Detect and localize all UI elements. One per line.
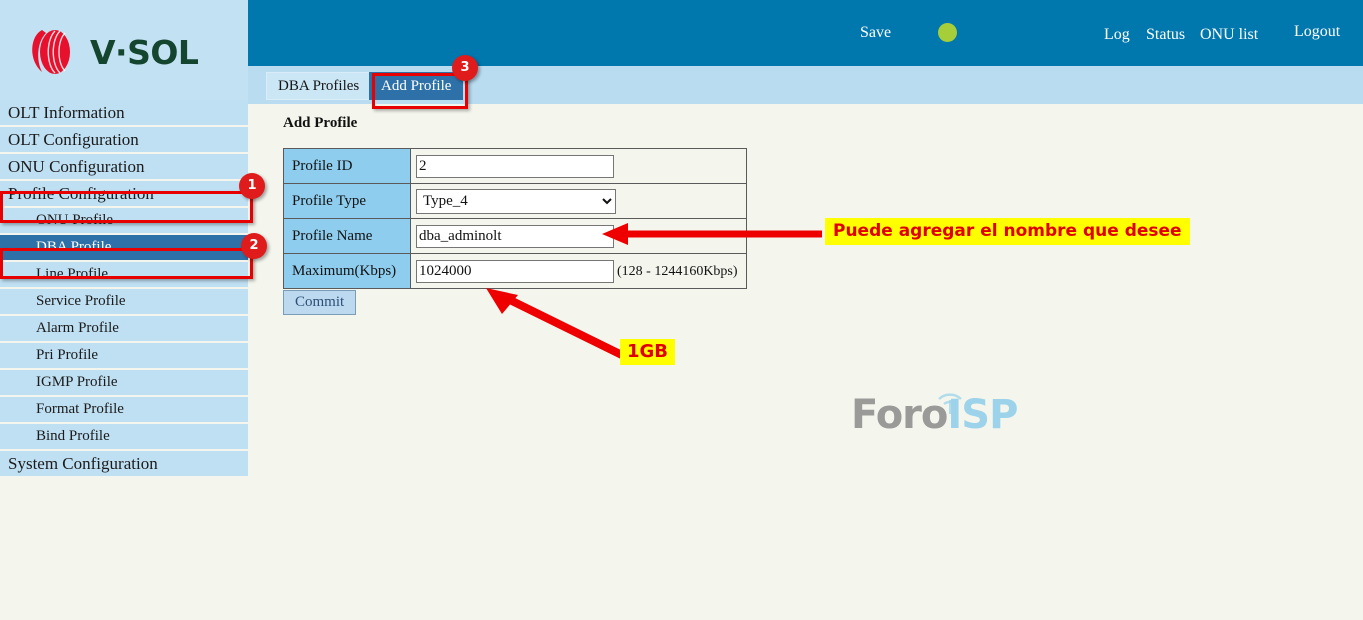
brand-name: V·SOL [90, 32, 199, 72]
label-maximum: Maximum(Kbps) [283, 253, 411, 289]
label-profile-name: Profile Name [283, 218, 411, 254]
table-row-profile-type: Profile Type Type_1Type_2Type_3Type_4Typ… [283, 183, 747, 219]
sidebar-nav: OLT Information OLT Configuration ONU Conf… [0, 100, 248, 476]
table-row-maximum: Maximum(Kbps) (128 - 1244160Kbps) [283, 253, 747, 289]
sidebar-item-olt-configuration[interactable]: OLT Configuration [0, 127, 248, 152]
label-profile-type: Profile Type [283, 183, 411, 219]
commit-button[interactable]: Commit [283, 290, 357, 315]
brand-logo-area: V·SOL [0, 0, 248, 100]
table-row-profile-id: Profile ID [283, 148, 747, 184]
annotation-note-profile-name: Puede agregar el nombre que desee [825, 218, 1190, 245]
sidebar-item-profile-configuration[interactable]: Profile Configuration [0, 181, 248, 206]
annotation-note-1gb: 1GB [620, 339, 676, 365]
label-profile-id: Profile ID [283, 148, 411, 184]
tab-add-profile[interactable]: Add Profile [369, 72, 464, 100]
cell-profile-id [410, 148, 747, 184]
save-button[interactable]: Save [860, 24, 891, 42]
log-link[interactable]: Log [1104, 26, 1130, 44]
sidebar-item-pri-profile[interactable]: Pri Profile [0, 343, 248, 368]
foroisp-watermark: ForoISP [851, 392, 1018, 438]
tab-bar: DBA Profiles Add Profile [248, 66, 1363, 104]
sidebar-item-system-configuration[interactable]: System Configuration [0, 451, 248, 476]
wifi-icon [934, 380, 966, 426]
page-title: Add Profile [283, 115, 358, 131]
sidebar-item-format-profile[interactable]: Format Profile [0, 397, 248, 422]
profile-name-input[interactable] [416, 224, 614, 248]
profile-id-input[interactable] [416, 154, 614, 178]
watermark-text-isp: ISP [947, 392, 1018, 438]
maximum-range-hint: (128 - 1244160Kbps) [617, 263, 738, 279]
sidebar-item-service-profile[interactable]: Service Profile [0, 289, 248, 314]
profile-type-select[interactable]: Type_1Type_2Type_3Type_4Type_5 [416, 188, 616, 214]
step-badge-2: 2 [241, 233, 267, 259]
table-row-profile-name: Profile Name [283, 218, 747, 254]
sidebar: V·SOL OLT Information OLT Configuration ON… [0, 0, 248, 620]
cell-maximum: (128 - 1244160Kbps) [410, 253, 747, 289]
vsol-logo-icon [26, 26, 82, 78]
sidebar-item-onu-configuration[interactable]: ONU Configuration [0, 154, 248, 179]
top-header-bar: Save Log Status ONU list Logout [248, 0, 1363, 66]
sidebar-item-line-profile[interactable]: Line Profile [0, 262, 248, 287]
application-window: V·SOL OLT Information OLT Configuration ON… [0, 0, 1363, 620]
status-indicator-dot [938, 23, 957, 42]
sidebar-item-alarm-profile[interactable]: Alarm Profile [0, 316, 248, 341]
logout-link[interactable]: Logout [1294, 23, 1340, 41]
content-panel: Add Profile Profile ID Profile Type Type… [248, 104, 1363, 620]
cell-profile-name [410, 218, 747, 254]
step-badge-1: 1 [239, 173, 265, 199]
step-badge-3: 3 [452, 55, 478, 81]
add-profile-form: Profile ID Profile Type Type_1Type_2Type… [283, 148, 747, 289]
watermark-text-foro: Foro [851, 392, 948, 438]
maximum-kbps-input[interactable] [416, 259, 614, 283]
sidebar-item-onu-profile[interactable]: ONU Profile [0, 208, 248, 233]
sidebar-item-bind-profile[interactable]: Bind Profile [0, 424, 248, 449]
status-link[interactable]: Status [1146, 26, 1185, 44]
sidebar-item-igmp-profile[interactable]: IGMP Profile [0, 370, 248, 395]
sidebar-item-olt-information[interactable]: OLT Information [0, 100, 248, 125]
cell-profile-type: Type_1Type_2Type_3Type_4Type_5 [410, 183, 747, 219]
onu-list-link[interactable]: ONU list [1200, 26, 1258, 44]
sidebar-item-dba-profile[interactable]: DBA Profile [0, 235, 248, 260]
tab-dba-profiles[interactable]: DBA Profiles [266, 72, 372, 100]
